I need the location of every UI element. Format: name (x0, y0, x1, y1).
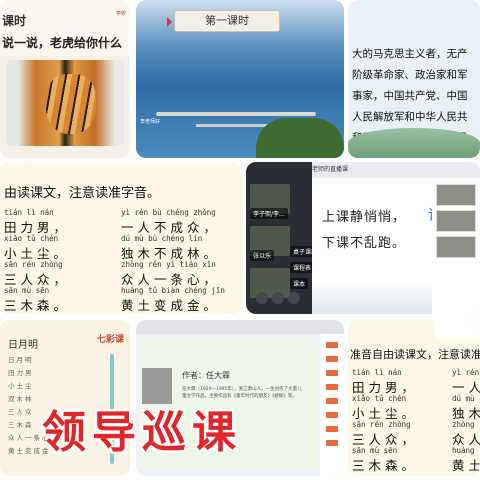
grid-row: tián lì nán 田力男， yì rén bù chéng zhòng 一人不… (4, 208, 238, 235)
tiger-slide-header: 课时 学校 说一说，老虎给你什么 (0, 0, 130, 56)
doc-toolbar[interactable] (136, 320, 344, 334)
reading-title: 由读课文，注意读准字音。 (4, 186, 161, 201)
pinyin-grid-2: tián lì nán 田力男， yì rén 一人 xiǎo tǔ chén 小土尘… (352, 368, 480, 473)
grid-cell: huáng 黄土 (452, 446, 480, 473)
grid-cell: zhòng 众人 (452, 420, 480, 447)
grid-row: sān rén zhòng 三人众， zhòng rén yì tiáo xīn 众… (4, 260, 238, 287)
gallery-panel (432, 178, 480, 314)
grid-cell: xiǎo tǔ chén 小土尘。 (352, 394, 452, 421)
lesson-label: 课时 (2, 14, 27, 28)
grid-cell: huáng tǔ biàn chéng jīn 黄土变成金。 (121, 286, 238, 313)
grid-cell: yì rén 一人 (452, 368, 480, 395)
grid-row: sān mù sēn 三木森。 huáng 黄土 (352, 446, 480, 473)
grid-cell: yì rén bù chéng zhòng 一人不成众， (121, 208, 238, 235)
overlay-caption: 领导巡课 (42, 407, 242, 458)
tiger-face-image (46, 74, 96, 134)
video-caption: 李老师好 (140, 119, 161, 125)
tool-icon[interactable] (326, 384, 338, 390)
reading-slide-2-tile: 准音自由读课文，注意读准 tián lì nán 田力男， yì rén 一人 xi… (348, 320, 480, 476)
pinyin: sān rén zhòng (4, 260, 63, 269)
grid-row: xiǎo tǔ chén 小土尘。 dú mù bù chéng lín 独木不成林… (4, 234, 238, 261)
pinyin: sān mù sēn (352, 446, 398, 455)
hill-shape (348, 128, 480, 158)
tool-icon[interactable] (326, 356, 338, 362)
grid-cell: tián lì nán 田力男， (4, 208, 121, 235)
camera-icon[interactable] (288, 292, 300, 304)
pinyin: zhòng rén yì tiáo xīn (121, 260, 216, 269)
pinyin: huáng tǔ biàn chéng jīn (121, 286, 225, 295)
pinyin: sān rén zhòng (352, 420, 411, 429)
tool-icon[interactable] (326, 370, 338, 376)
pinyin-grid: tián lì nán 田力男， yì rén bù chéng zhòng 一人不… (4, 208, 238, 313)
speaker-icon[interactable] (256, 292, 268, 304)
tool-icon[interactable] (326, 440, 338, 446)
menu-chip[interactable]: 课本 (290, 278, 309, 289)
pinyin: zhòng (452, 420, 475, 429)
grid-cell: sān rén zhòng 三人众， (352, 420, 452, 447)
mic-icon[interactable] (272, 292, 284, 304)
pinyin: yì rén (452, 368, 480, 377)
author-label: 作者：任大霖 (182, 371, 230, 380)
hanzi: 三木森。 (4, 298, 71, 313)
gallery-thumb[interactable] (436, 236, 476, 258)
live-class-tile: 李子熙/李... 张以乐 桌子课前 课程表 课本 上课静悄悄， 下课不乱跑。 课… (246, 162, 480, 314)
pinyin: tián lì nán (352, 368, 402, 377)
grid-row: sān rén zhòng 三人众， zhòng 众人 (352, 420, 480, 447)
tiger-image (6, 60, 124, 146)
grid-cell: tián lì nán 田力男， (352, 368, 452, 395)
grid-row: sān mù sēn 三木森。 huáng tǔ biàn chéng jīn 黄土… (4, 286, 238, 313)
lake-slide-tile: 第一课时 李老师好 (136, 0, 344, 158)
gallery-thumb[interactable] (436, 184, 476, 206)
text-line: 日月明 (8, 356, 34, 364)
participant-name: 张以乐 (250, 250, 275, 261)
text-line: 小土尘 (8, 382, 34, 390)
pier-shape (156, 112, 316, 116)
tool-icon[interactable] (326, 426, 338, 432)
pinyin: tián lì nán (4, 208, 54, 217)
trees-shape (256, 118, 344, 158)
grid-cell: sān rén zhòng 三人众， (4, 260, 121, 287)
grid-cell: dú mù bù chéng lín 独木不成林。 (121, 234, 238, 261)
pinyin: dú mù bù chéng lín (121, 234, 203, 243)
text-line: 田力男 (8, 369, 34, 377)
slogan-line-1: 上课静悄悄， (322, 210, 407, 225)
live-title: 老师的直播课 (312, 166, 349, 173)
tools-panel (320, 334, 344, 476)
lesson-banner: 第一课时 (167, 10, 280, 32)
hanzi: 三木森。 (352, 458, 419, 473)
tiger-question: 说一说，老虎给你什么 (2, 36, 123, 50)
pinyin: xiǎo tǔ chén (352, 394, 407, 403)
participant-name: 李子熙/李... (250, 208, 288, 219)
reading-title-2: 准音自由读课文，注意读准 (350, 348, 480, 361)
pinyin: xiǎo tǔ chén (4, 234, 59, 243)
school-logo-icon: 学校 (115, 11, 126, 17)
live-topbar: 老师的直播课 (312, 162, 480, 178)
pinyin: huáng (452, 446, 475, 455)
lesson-title: 日月明 (8, 340, 38, 351)
tool-icon[interactable] (326, 342, 338, 348)
tool-icon[interactable] (326, 412, 338, 418)
grid-row: xiǎo tǔ chén 小土尘。 dú mù 独木 (352, 394, 480, 421)
tool-icon[interactable] (326, 398, 338, 404)
brand-logo: 七彩课 (96, 335, 124, 345)
pinyin: yì rén bù chéng zhòng (121, 208, 216, 217)
grid-cell: sān mù sēn 三木森。 (4, 286, 121, 313)
slogan-line-2: 下课不乱跑。 (322, 236, 407, 251)
grid-cell: sān mù sēn 三木森。 (352, 446, 452, 473)
pinyin: dú mù (452, 394, 475, 403)
reading-slide-tile: 由读课文，注意读准字音。 tián lì nán 田力男， yì rén bù c… (0, 162, 242, 314)
grid-cell: dú mù 独木 (452, 394, 480, 421)
grid-cell: zhòng rén yì tiáo xīn 众人一条心， (121, 260, 238, 287)
tiger-slide-tile: 课时 学校 说一说，老虎给你什么 (0, 0, 130, 158)
gallery-thumb[interactable] (436, 210, 476, 232)
mic-icon[interactable] (434, 320, 480, 338)
hanzi: 黄土变成金。 (121, 298, 221, 313)
grid-cell: xiǎo tǔ chén 小土尘。 (4, 234, 121, 261)
menu-chip[interactable]: 课程表 (290, 262, 315, 273)
pinyin: sān mù sēn (4, 286, 50, 295)
grid-row: tián lì nán 田力男， yì rén 一人 (352, 368, 480, 395)
bio-slide-tile: 大的马克思主义者，无产阶级革命家、政治家和军事家，中国共产党、中国人民解放军和中… (348, 0, 480, 158)
participant-video[interactable] (250, 268, 290, 298)
hanzi: 黄土 (452, 458, 480, 473)
